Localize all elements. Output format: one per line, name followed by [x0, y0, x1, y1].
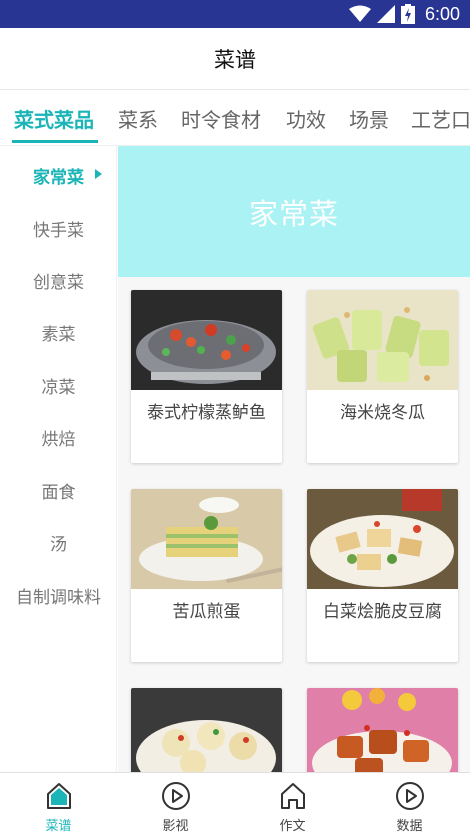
tab-active-indicator	[12, 140, 98, 143]
play-icon	[396, 782, 424, 810]
recipe-photo	[131, 489, 282, 589]
tab-technique[interactable]: 工艺口	[411, 104, 470, 133]
tab-dish-style[interactable]: 菜式菜品	[14, 104, 94, 133]
tab-cuisine[interactable]: 菜系	[118, 104, 158, 133]
sidebar-item-quick[interactable]: 快手菜	[0, 216, 117, 241]
nav-label: 数据	[396, 819, 423, 834]
recipe-card[interactable]: 白菜烩脆皮豆腐	[307, 489, 458, 662]
sidebar-item-noodles[interactable]: 面食	[0, 478, 117, 503]
sidebar-item-creative[interactable]: 创意菜	[0, 268, 117, 293]
nav-videos[interactable]: 影视	[117, 773, 234, 837]
nav-essays[interactable]: 作文	[234, 773, 351, 837]
recipe-title: 白菜烩脆皮豆腐	[323, 602, 442, 622]
recipe-photo	[307, 290, 458, 390]
recipe-card[interactable]	[307, 688, 458, 772]
recipe-content: 家常菜 泰式柠檬蒸鲈鱼 海米烧冬瓜 苦瓜煎蛋 白菜烩脆皮豆腐	[118, 146, 470, 772]
status-bar: 6:00	[0, 0, 470, 28]
sidebar-item-vegetarian[interactable]: 素菜	[0, 320, 117, 345]
tab-efficacy[interactable]: 功效	[286, 104, 326, 133]
recipe-photo	[307, 489, 458, 589]
recipe-title: 苦瓜煎蛋	[172, 602, 241, 622]
category-tabs: 菜式菜品 菜系 时令食材 功效 场景 工艺口	[0, 90, 470, 146]
sidebar: 家常菜 快手菜 创意菜 素菜 凉菜 烘焙 面食 汤 自制调味料	[0, 146, 117, 772]
signal-icon	[376, 5, 395, 23]
category-banner: 家常菜	[118, 146, 470, 277]
play-icon	[162, 782, 190, 810]
sidebar-active-arrow-icon	[95, 169, 102, 179]
status-icons: 6:00	[348, 3, 460, 25]
recipe-photo	[307, 688, 458, 772]
battery-icon	[400, 4, 415, 24]
nav-data[interactable]: 数据	[351, 773, 468, 837]
nav-label: 作文	[279, 819, 306, 834]
title-bar: 菜谱	[0, 28, 470, 90]
sidebar-item-seasoning[interactable]: 自制调味料	[0, 583, 117, 608]
tab-seasonal-ingredients[interactable]: 时令食材	[181, 104, 261, 133]
sidebar-item-cold-dish[interactable]: 凉菜	[0, 373, 117, 398]
nav-label: 菜谱	[45, 819, 72, 834]
banner-title: 家常菜	[248, 196, 339, 231]
recipe-card[interactable]: 海米烧冬瓜	[307, 290, 458, 463]
nav-recipes[interactable]: 菜谱	[0, 773, 117, 837]
status-time: 6:00	[424, 3, 460, 24]
page-title: 菜谱	[214, 47, 256, 72]
recipe-title: 泰式柠檬蒸鲈鱼	[147, 403, 266, 423]
recipe-photo	[131, 290, 282, 390]
tab-scene[interactable]: 场景	[349, 104, 389, 133]
wifi-icon	[348, 5, 371, 22]
house-icon	[281, 783, 305, 809]
recipe-card[interactable]: 泰式柠檬蒸鲈鱼	[131, 290, 282, 463]
recipe-card[interactable]	[131, 688, 282, 772]
sidebar-item-soup[interactable]: 汤	[0, 530, 117, 555]
recipe-card[interactable]: 苦瓜煎蛋	[131, 489, 282, 662]
nav-label: 影视	[162, 819, 189, 834]
sidebar-item-baking[interactable]: 烘焙	[0, 425, 117, 450]
recipe-title: 海米烧冬瓜	[340, 403, 425, 423]
recipe-photo	[131, 688, 282, 772]
bottom-nav: 菜谱 影视 作文 数据	[0, 772, 470, 836]
home-icon	[47, 783, 71, 809]
